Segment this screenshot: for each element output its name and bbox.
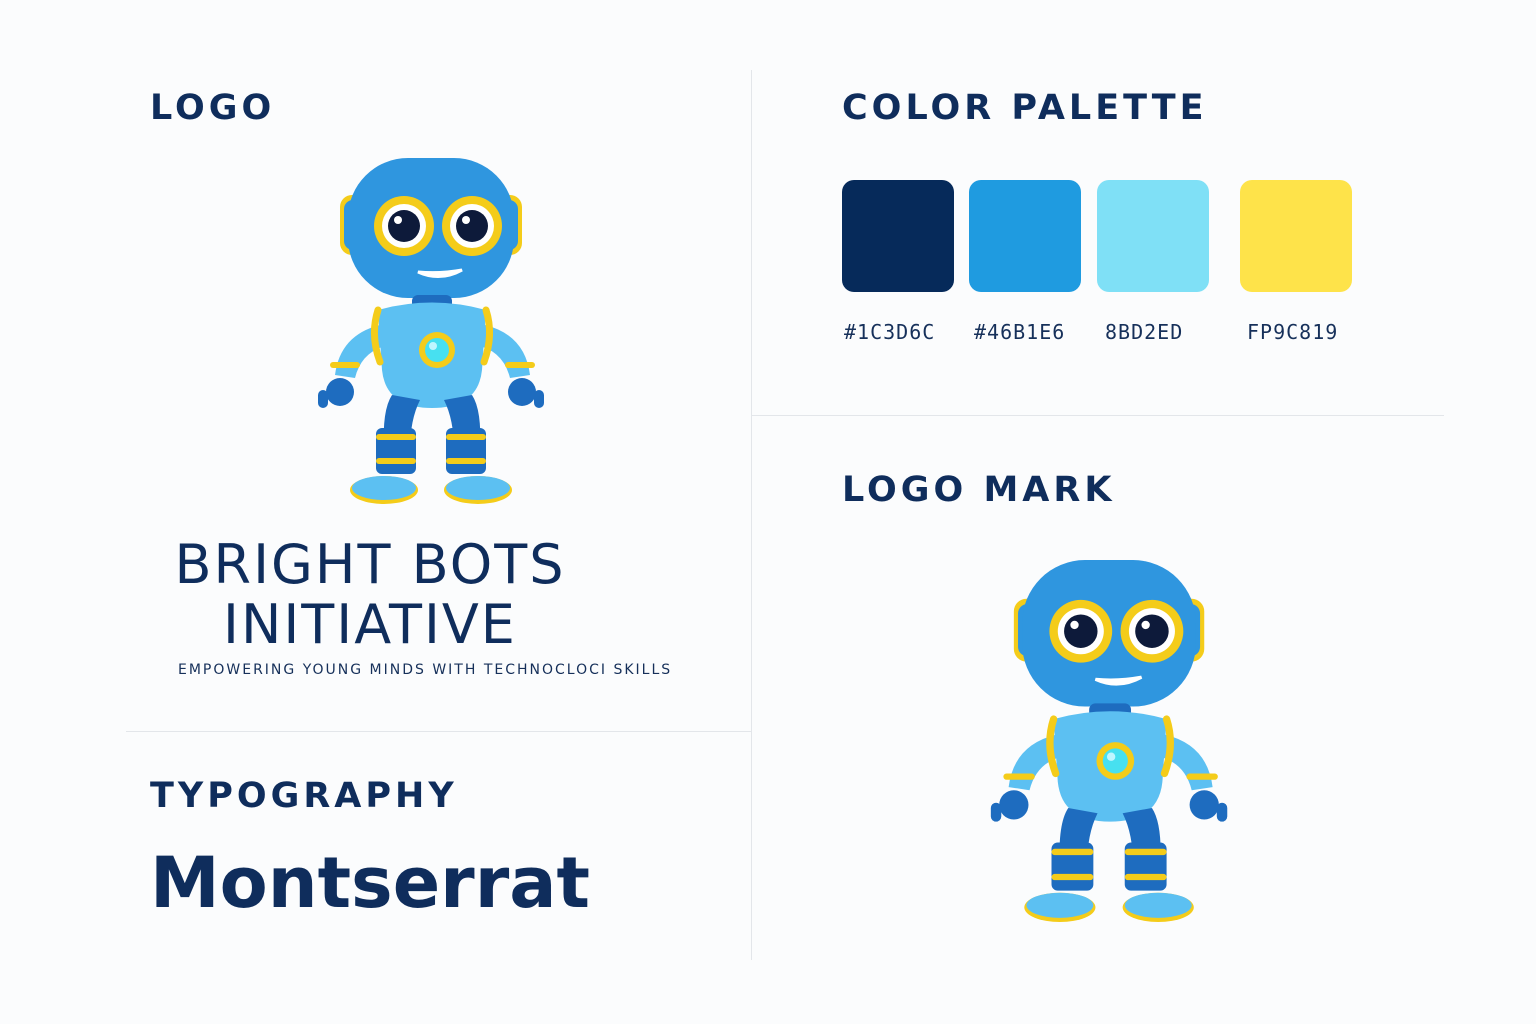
logo-mark-heading: LOGO MARK	[842, 470, 1116, 510]
logo-heading: LOGO	[150, 88, 276, 128]
swatch-light-blue	[1097, 180, 1209, 292]
right-horizontal-divider	[752, 415, 1444, 416]
typography-heading: TYPOGRAPHY	[150, 776, 458, 816]
brand-name-line-2: INITIATIVE	[223, 593, 517, 656]
brand-tagline: EMPOWERING YOUNG MINDS WITH TECHNOCLOCI …	[178, 662, 673, 678]
palette-swatches: #1C3D6C #46B1E6 8BD2ED FP9C819	[842, 180, 1402, 350]
typography-font-sample: Montserrat	[150, 842, 590, 924]
color-palette-heading: COLOR PALETTE	[842, 88, 1208, 128]
swatch-navy	[842, 180, 954, 292]
swatch-blue	[969, 180, 1081, 292]
left-horizontal-divider	[126, 731, 752, 732]
robot-logo-mark-illustration	[990, 560, 1228, 923]
brand-name-line-1: BRIGHT BOTS	[174, 533, 566, 596]
swatch-label-light-blue: 8BD2ED	[1105, 320, 1184, 344]
vertical-divider	[751, 70, 752, 960]
robot-mark-figure	[990, 560, 1228, 923]
robot-logo-illustration	[318, 158, 544, 504]
swatch-label-blue: #46B1E6	[974, 320, 1066, 344]
robot-figure	[318, 158, 544, 504]
swatch-yellow	[1240, 180, 1352, 292]
swatch-label-navy: #1C3D6C	[844, 320, 936, 344]
swatch-label-yellow: FP9C819	[1247, 320, 1339, 344]
